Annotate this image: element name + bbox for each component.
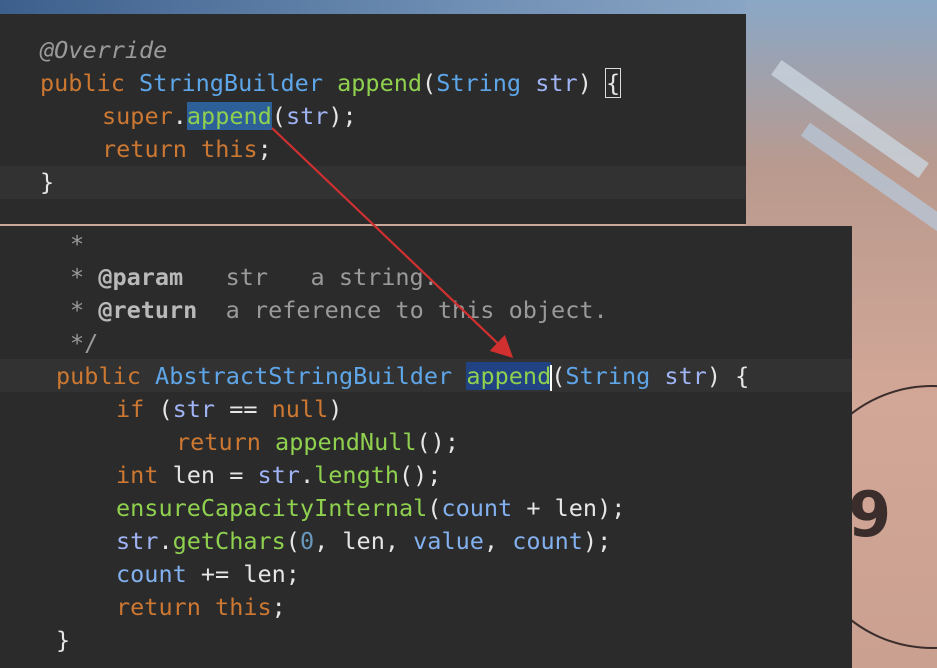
dot: . <box>299 461 315 489</box>
javadoc-return-tag: @return <box>98 296 198 324</box>
paren: ( <box>285 527 300 555</box>
open-brace-matched: { <box>604 68 622 98</box>
call-appendNull[interactable]: appendNull <box>275 428 416 456</box>
semicolon: ; <box>271 593 286 621</box>
semicolon: ; <box>257 135 272 163</box>
paren: ( <box>551 362 566 390</box>
field-count[interactable]: count <box>512 527 583 555</box>
javadoc-line: * @return a reference to this object. <box>70 294 608 327</box>
paren: ( <box>271 102 286 130</box>
code-panel-abstractstringbuilder[interactable]: * * @param str a string. * @return a ref… <box>0 226 852 668</box>
operator: = <box>215 461 258 489</box>
var-str[interactable]: str <box>258 461 300 489</box>
javadoc-param-tag: @param <box>98 263 184 291</box>
var-len[interactable]: len <box>243 560 285 588</box>
code-line: @Override <box>40 34 167 67</box>
caret-line-highlight <box>0 166 746 199</box>
code-line: public StringBuilder append(String str) … <box>40 67 622 100</box>
keyword-return: return <box>102 135 187 163</box>
wallpaper-glyph: 9 <box>848 478 892 551</box>
keyword-public: public <box>40 69 125 97</box>
dot: . <box>172 102 187 130</box>
param-name[interactable]: str <box>664 362 706 390</box>
selected-append-call[interactable]: append <box>186 102 272 130</box>
var-len[interactable]: len <box>173 461 215 489</box>
comma: , <box>483 527 513 555</box>
javadoc-return-text: a reference to this object. <box>197 296 608 324</box>
javadoc-star: * <box>70 296 99 324</box>
arg-str[interactable]: str <box>286 102 328 130</box>
call-ensureCapacityInternal[interactable]: ensureCapacityInternal <box>116 494 427 522</box>
javadoc-end: */ <box>70 329 99 357</box>
javadoc-param-text: str a string. <box>183 263 438 291</box>
call-close: ); <box>597 494 626 522</box>
javadoc-star: * <box>70 263 99 291</box>
code-line: ensureCapacityInternal(count + len); <box>116 492 625 525</box>
call-close: ); <box>328 102 357 130</box>
keyword-this: this <box>201 135 258 163</box>
keyword-null: null <box>271 395 329 423</box>
selected-append-declaration[interactable]: append <box>466 362 552 390</box>
field-value[interactable]: value <box>413 527 484 555</box>
var-str[interactable]: str <box>116 527 158 555</box>
operator: == <box>215 395 272 423</box>
code-line: count += len; <box>116 558 300 591</box>
keyword-this: this <box>215 593 272 621</box>
code-line: return this; <box>102 133 272 166</box>
code-line: return this; <box>116 591 286 624</box>
param-type[interactable]: String <box>565 362 650 390</box>
override-annotation: @Override <box>40 36 168 64</box>
keyword-return: return <box>116 593 201 621</box>
var-len[interactable]: len <box>555 494 597 522</box>
signature-close: ) <box>577 69 606 97</box>
call-close: (); <box>399 461 442 489</box>
var-str[interactable]: str <box>173 395 215 423</box>
code-panel-stringbuilder[interactable]: @Override public StringBuilder append(St… <box>0 14 746 224</box>
call-getChars[interactable]: getChars <box>173 527 286 555</box>
close-brace: } <box>40 168 55 196</box>
call-length[interactable]: length <box>314 461 399 489</box>
code-line: int len = str.length(); <box>116 459 441 492</box>
signature-close: ) { <box>706 362 750 390</box>
return-type[interactable]: AbstractStringBuilder <box>155 362 452 390</box>
operator: + <box>512 494 555 522</box>
field-count[interactable]: count <box>441 494 512 522</box>
paren: ( <box>427 494 442 522</box>
paren: ) <box>328 395 343 423</box>
code-line: public AbstractStringBuilder append(Stri… <box>56 360 749 393</box>
dot: . <box>158 527 173 555</box>
comma: , <box>314 527 343 555</box>
code-line: str.getChars(0, len, value, count); <box>116 525 611 558</box>
call-close: (); <box>416 428 459 456</box>
return-type[interactable]: StringBuilder <box>139 69 323 97</box>
javadoc-line: */ <box>70 327 98 360</box>
keyword-public: public <box>56 362 141 390</box>
code-line: if (str == null) <box>116 393 342 426</box>
number-literal: 0 <box>299 527 315 555</box>
var-len[interactable]: len <box>342 527 384 555</box>
code-line: } <box>40 166 54 199</box>
close-brace: } <box>56 626 71 654</box>
method-name[interactable]: append <box>337 69 422 97</box>
param-type[interactable]: String <box>436 69 521 97</box>
semicolon: ; <box>285 560 300 588</box>
keyword-super: super <box>102 102 173 130</box>
paren: ( <box>422 69 437 97</box>
javadoc-line: * <box>70 228 84 261</box>
javadoc-star: * <box>70 230 85 258</box>
field-count[interactable]: count <box>116 560 187 588</box>
operator: += <box>186 560 244 588</box>
keyword-int: int <box>116 461 159 489</box>
code-line: return appendNull(); <box>176 426 459 459</box>
param-name[interactable]: str <box>535 69 577 97</box>
paren: ( <box>144 395 173 423</box>
javadoc-line: * @param str a string. <box>70 261 438 294</box>
code-line: } <box>56 624 70 657</box>
comma: , <box>384 527 414 555</box>
keyword-return: return <box>176 428 261 456</box>
code-line: super.append(str); <box>102 100 357 133</box>
call-close: ); <box>582 527 612 555</box>
keyword-if: if <box>116 395 145 423</box>
